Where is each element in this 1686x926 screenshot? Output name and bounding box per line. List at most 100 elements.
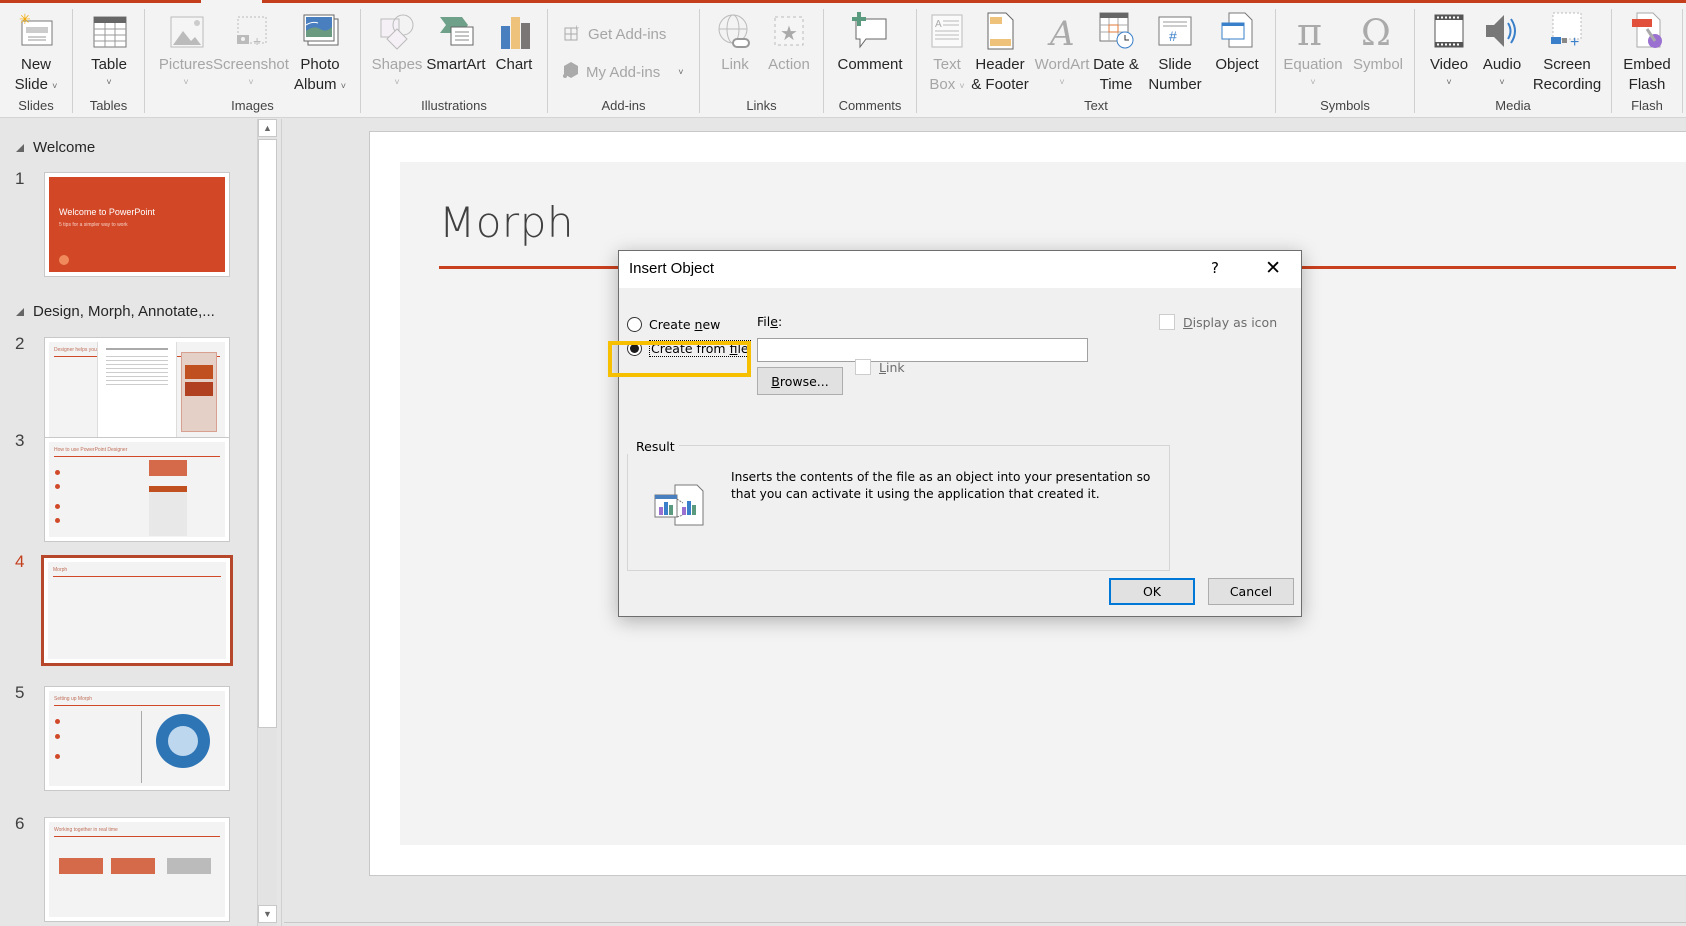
cancel-button[interactable]: Cancel <box>1208 578 1294 605</box>
radio-button-unselected[interactable] <box>627 317 642 332</box>
wordart-button[interactable]: A WordArt ˅ <box>1033 11 1091 89</box>
link-checkbox[interactable]: Link <box>855 359 905 375</box>
get-addins-button[interactable]: + Get Add-ins <box>564 23 666 45</box>
shapes-icon <box>377 11 417 51</box>
thumb-title: Designer helps you <box>54 347 97 353</box>
pictures-button[interactable]: Pictures ˅ <box>155 11 217 89</box>
smartart-icon <box>436 11 476 51</box>
help-icon[interactable]: ? <box>1211 259 1219 277</box>
result-label: Result <box>627 439 679 454</box>
chevron-down-icon: ˅ <box>52 81 58 91</box>
close-icon[interactable]: ✕ <box>1265 257 1281 279</box>
screenshot-button[interactable]: + Screenshot ˅ <box>213 11 289 89</box>
thumb-donut-graphic <box>156 714 210 768</box>
file-path-input[interactable] <box>757 338 1088 362</box>
chart-button[interactable]: Chart <box>491 11 537 75</box>
shapes-button[interactable]: Shapes ˅ <box>369 11 425 89</box>
svg-text:+: + <box>574 23 579 33</box>
scrollbar-thumb[interactable] <box>258 139 277 728</box>
wordart-icon: A <box>1042 11 1082 51</box>
scroll-down-arrow-icon[interactable]: ▼ <box>258 905 277 923</box>
date-time-icon <box>1096 11 1136 51</box>
link-icon <box>715 11 755 51</box>
ok-button[interactable]: OK <box>1109 578 1195 605</box>
screen-recording-button[interactable]: + Screen Recording <box>1527 11 1607 95</box>
dialog-title: Insert Object <box>629 260 715 277</box>
table-icon <box>89 11 129 51</box>
svg-text:Ω: Ω <box>1361 13 1391 51</box>
section-header-design[interactable]: Design, Morph, Annotate,... <box>16 303 215 320</box>
slide-thumbnail-3[interactable]: How to use PowerPoint Designer <box>44 437 230 542</box>
embed-flash-button[interactable]: Embed Flash <box>1618 11 1676 95</box>
thumb-document-image <box>97 342 177 437</box>
result-groupbox <box>627 445 1170 571</box>
collapse-triangle-icon <box>16 143 24 152</box>
group-label: Illustrations <box>421 98 487 113</box>
group-separator <box>1682 9 1683 113</box>
stage-bottom-border <box>284 922 1686 923</box>
ribbon-insert: ✳ New Slide ˅ Slides Table ˅ Tables Pict… <box>0 3 1686 118</box>
my-addins-button[interactable]: My Add-ins ˅ <box>562 61 683 83</box>
equation-icon: π <box>1293 11 1333 51</box>
thumb-rule <box>53 576 221 577</box>
thumbnail-scrollbar[interactable]: ▲ ▼ <box>257 119 277 926</box>
new-slide-button[interactable]: ✳ New Slide ˅ <box>8 11 64 95</box>
group-symbols: π Equation ˅ Ω Symbol Symbols <box>1276 7 1414 115</box>
comment-button[interactable]: Comment <box>834 11 906 75</box>
slide-number-active: 4 <box>15 552 25 571</box>
slide-number: 1 <box>15 169 25 188</box>
group-images: Pictures ˅ + Screenshot ˅ Photo Album ˅ … <box>145 7 360 115</box>
object-button[interactable]: Object <box>1209 11 1265 75</box>
header-footer-button[interactable]: Header & Footer <box>969 11 1031 95</box>
action-button[interactable]: ★ Action <box>762 11 816 75</box>
slide-thumbnail-6[interactable]: Working together in real time <box>44 817 230 922</box>
annotation-highlight-box <box>608 341 751 377</box>
my-addins-icon <box>562 61 580 83</box>
slide-thumbnail-panel: Welcome 1 Welcome to PowerPoint 5 tips f… <box>0 119 256 926</box>
slide-thumbnail-4-selected[interactable]: Morph <box>41 555 233 666</box>
dialog-title-bar[interactable]: Insert Object ? ✕ <box>619 251 1301 288</box>
group-addins: + Get Add-ins My Add-ins ˅ Add-ins <box>548 7 699 115</box>
group-label: Comments <box>838 98 902 113</box>
browse-button[interactable]: Browse... <box>757 367 843 395</box>
video-button[interactable]: Video ˅ <box>1425 11 1473 89</box>
chevron-down-icon: ˅ <box>1499 77 1505 87</box>
group-media: Video ˅ Audio ˅ + Screen Recording Media <box>1415 7 1611 115</box>
chevron-down-icon: ˅ <box>394 77 400 87</box>
thumb-title: Welcome to PowerPoint <box>59 207 155 217</box>
checkbox[interactable] <box>1159 314 1175 330</box>
group-label: Links <box>746 98 777 113</box>
create-new-radio[interactable]: Create new <box>627 317 720 332</box>
thumb-subtitle: 5 tips for a simpler way to work <box>59 222 128 228</box>
smartart-button[interactable]: SmartArt <box>423 11 489 75</box>
section-header-welcome[interactable]: Welcome <box>16 139 95 156</box>
audio-button[interactable]: Audio ˅ <box>1477 11 1527 89</box>
audio-icon <box>1482 11 1522 51</box>
slide-title[interactable]: Morph <box>439 198 574 247</box>
text-box-button[interactable]: A Text Box ˅ <box>925 11 969 95</box>
slide-thumbnail-2[interactable]: Designer helps you <box>44 337 230 442</box>
collapse-triangle-icon <box>16 307 24 316</box>
link-button[interactable]: Link <box>712 11 758 75</box>
photo-album-button[interactable]: Photo Album ˅ <box>287 11 353 95</box>
date-time-button[interactable]: Date & Time <box>1089 11 1143 95</box>
slide-number: 3 <box>15 431 25 450</box>
powerpoint-window: ✳ New Slide ˅ Slides Table ˅ Tables Pict… <box>0 0 1686 926</box>
slide-thumbnail-5[interactable]: Setting up Morph <box>44 686 230 791</box>
table-button[interactable]: Table ˅ <box>87 11 131 89</box>
display-as-icon-checkbox[interactable]: Display as icon <box>1159 314 1277 330</box>
screen-recording-icon: + <box>1547 11 1587 51</box>
svg-text:+: + <box>1570 34 1579 51</box>
scroll-up-arrow-icon[interactable]: ▲ <box>258 119 277 137</box>
thumb-rule <box>54 456 220 457</box>
comment-icon <box>850 11 890 51</box>
chevron-down-icon: ˅ <box>959 81 965 91</box>
checkbox[interactable] <box>855 359 871 375</box>
svg-text:★: ★ <box>780 23 798 45</box>
slide-thumbnail-1[interactable]: Welcome to PowerPoint 5 tips for a simpl… <box>44 172 230 277</box>
chevron-down-icon: ˅ <box>1310 77 1316 87</box>
group-label: Tables <box>89 98 128 113</box>
equation-button[interactable]: π Equation ˅ <box>1278 11 1348 89</box>
slide-number-button[interactable]: # Slide Number <box>1145 11 1205 95</box>
symbol-button[interactable]: Ω Symbol <box>1348 11 1408 75</box>
